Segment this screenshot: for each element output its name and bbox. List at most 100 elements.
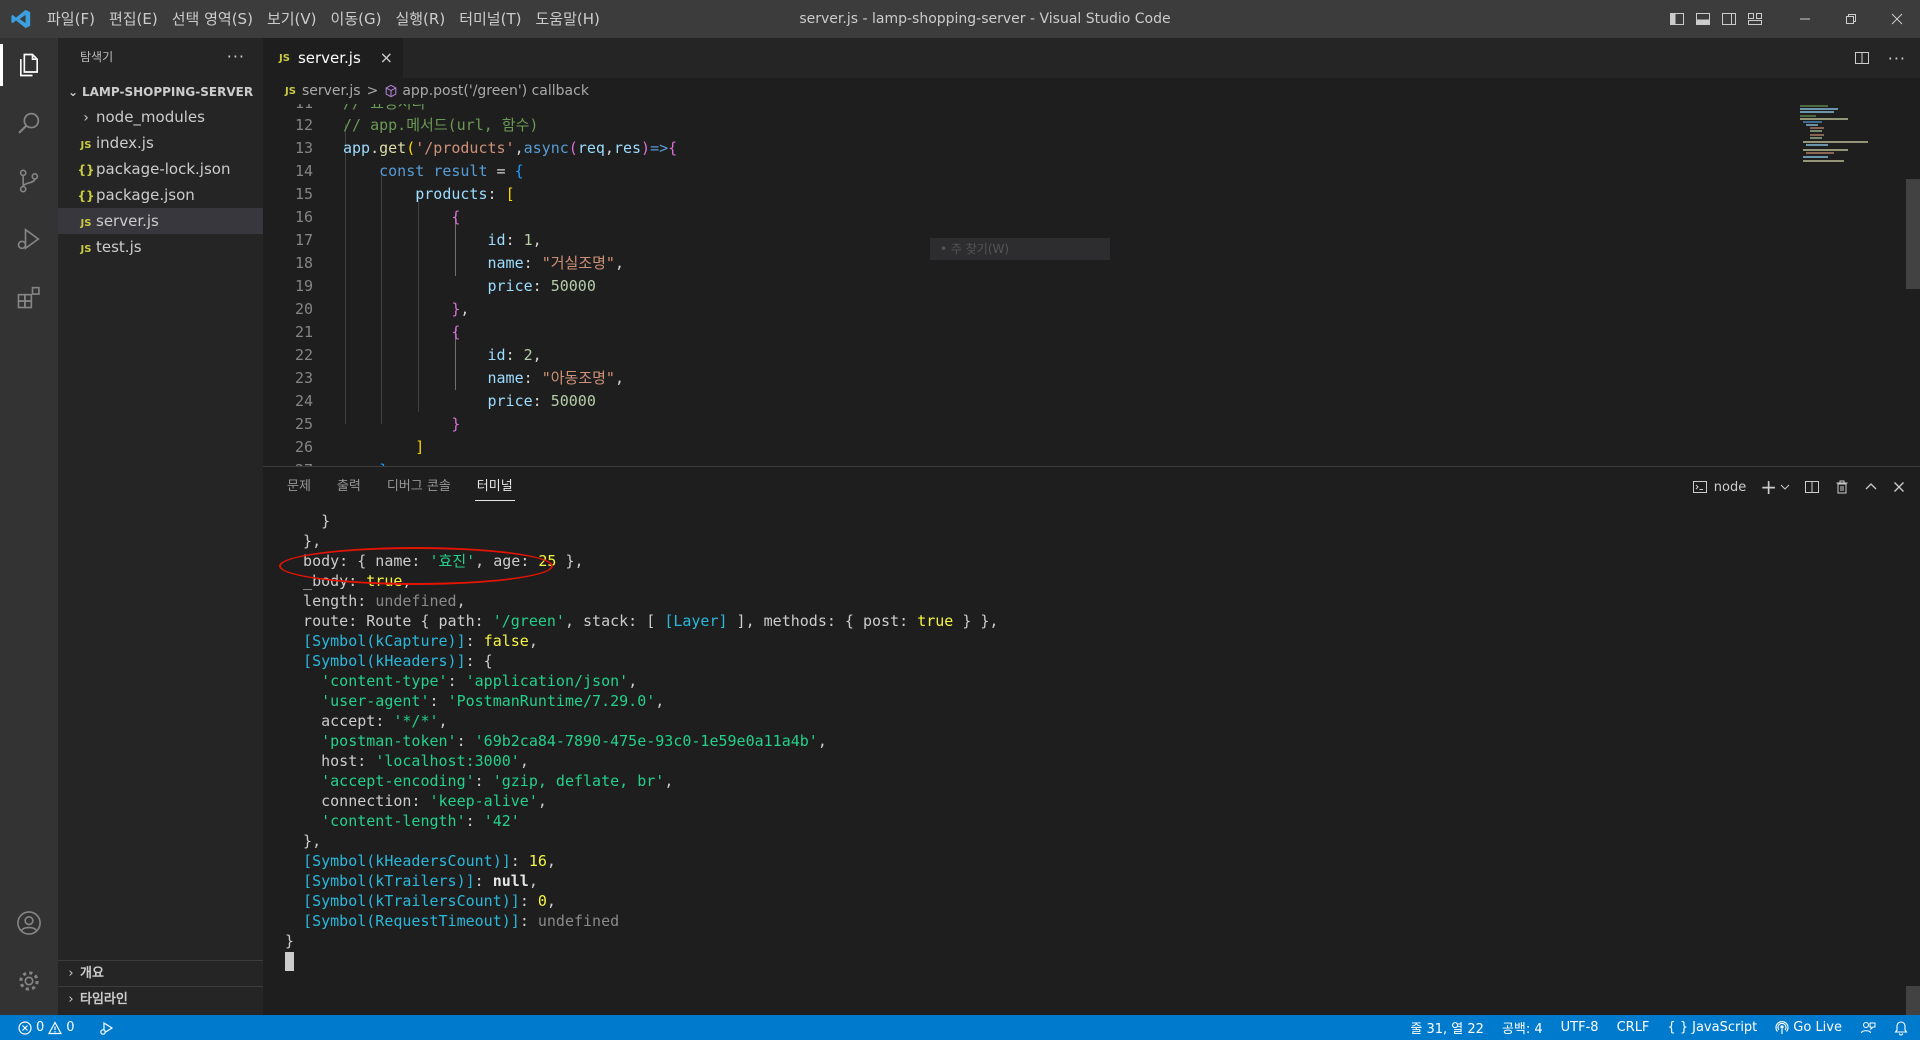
editor-scrollbar-thumb[interactable]: [1906, 179, 1920, 289]
minimap[interactable]: [1798, 104, 1908, 184]
tab-problems[interactable]: 문제: [285, 467, 313, 507]
trash-icon[interactable]: [1834, 479, 1850, 495]
search-icon[interactable]: [0, 96, 58, 150]
split-editor-icon[interactable]: [1854, 50, 1870, 66]
menu-bar: 파일(F) 편집(E) 선택 영역(S) 보기(V) 이동(G) 실행(R) 터…: [40, 0, 607, 38]
terminal-line: 'postman-token': '69b2ca84-7890-475e-93c…: [321, 732, 827, 750]
menu-view[interactable]: 보기(V): [260, 0, 324, 38]
outline-section[interactable]: › 개요: [58, 960, 263, 987]
toggle-primary-sidebar-icon[interactable]: [1664, 0, 1690, 38]
terminal-scrollbar-thumb[interactable]: [1906, 986, 1920, 1016]
terminal-scrollbar[interactable]: [1906, 507, 1920, 1016]
extensions-icon[interactable]: [0, 270, 58, 324]
terminal-line: [Symbol(kTrailers)]: null,: [303, 872, 538, 890]
tab-output[interactable]: 출력: [335, 467, 363, 507]
terminal-line: 'accept-encoding': 'gzip, deflate, br',: [321, 772, 674, 790]
add-icon: +: [1760, 475, 1777, 499]
terminal-line: }: [285, 512, 331, 530]
tree-item-label: package-lock.json: [96, 160, 231, 178]
broadcast-icon: [1775, 1020, 1789, 1034]
close-panel-icon[interactable]: [1892, 480, 1906, 494]
terminal-cursor: [285, 952, 294, 971]
menu-help[interactable]: 도움말(H): [528, 0, 606, 38]
feedback-button[interactable]: [1851, 1020, 1885, 1036]
explorer-title: 탐색기: [80, 50, 114, 64]
vscode-logo-icon: [11, 9, 31, 29]
chevron-right-icon: ›: [68, 966, 74, 981]
notifications-button[interactable]: [1885, 1020, 1920, 1036]
terminal-line: [Symbol(kHeadersCount)]: 16,: [303, 852, 556, 870]
activity-bar: [0, 38, 58, 1015]
outline-label: 개요: [80, 966, 104, 981]
code-line: 19 price: 50000: [294, 277, 596, 295]
line-ending[interactable]: CRLF: [1608, 1020, 1659, 1035]
new-terminal-button[interactable]: +: [1760, 475, 1790, 499]
tree-item-package-json[interactable]: {}package.json: [58, 182, 263, 208]
chevron-down-icon: ⌄: [67, 85, 79, 99]
toggle-secondary-sidebar-icon[interactable]: [1716, 0, 1742, 38]
indentation[interactable]: 공백: 4: [1493, 1018, 1552, 1037]
tree-item-package-lock-json[interactable]: {}package-lock.json: [58, 156, 263, 182]
menu-edit[interactable]: 편집(E): [102, 0, 165, 38]
menu-run[interactable]: 실행(R): [388, 0, 452, 38]
tab-debug-console[interactable]: 디버그 콘솔: [385, 467, 453, 507]
manage-gear-icon[interactable]: [0, 954, 58, 1008]
terminal-output[interactable]: } }, body: { name: '효진', age: 25 }, _bod…: [285, 511, 1885, 1011]
menu-file[interactable]: 파일(F): [40, 0, 102, 38]
menu-selection[interactable]: 선택 영역(S): [165, 0, 260, 38]
tab-server-js[interactable]: JS server.js ×: [263, 38, 403, 78]
code-line: 27 }: [263, 459, 1763, 466]
tree-item-test-js[interactable]: JS test.js: [58, 234, 263, 260]
editor-scrollbar[interactable]: [1906, 104, 1920, 466]
tree-item-label: server.js: [96, 212, 159, 230]
terminal-line: 'content-length': '42': [321, 812, 520, 830]
terminal-selector[interactable]: node: [1692, 479, 1746, 495]
terminal-shell-name: node: [1713, 479, 1747, 495]
cursor-position[interactable]: 줄 31, 열 22: [1401, 1018, 1493, 1037]
minimize-button[interactable]: [1782, 0, 1828, 38]
annotation-circle: [279, 547, 553, 585]
customize-layout-icon[interactable]: [1742, 0, 1768, 38]
toggle-panel-icon[interactable]: [1690, 0, 1716, 38]
javascript-file-icon: JS: [80, 244, 92, 255]
braces-icon: { }: [1667, 1020, 1689, 1035]
json-file-icon: {}: [77, 163, 95, 177]
timeline-section[interactable]: › 타임라인: [58, 986, 263, 1013]
restore-button[interactable]: [1828, 0, 1874, 38]
tree-item-node-modules[interactable]: › node_modules: [58, 104, 263, 130]
menu-go[interactable]: 이동(G): [324, 0, 389, 38]
more-actions-icon[interactable]: ···: [1888, 49, 1906, 68]
project-folder-header[interactable]: ⌄ LAMP-SHOPPING-SERVER: [58, 80, 263, 104]
menu-terminal[interactable]: 터미널(T): [452, 0, 528, 38]
explorer-icon[interactable]: [0, 38, 58, 92]
go-live-button[interactable]: Go Live: [1766, 1020, 1851, 1035]
status-left: 0 0: [0, 1015, 124, 1040]
close-tab-icon[interactable]: ×: [380, 48, 393, 67]
maximize-panel-icon[interactable]: [1864, 480, 1878, 494]
terminal-icon: [1692, 481, 1707, 493]
language-label: JavaScript: [1692, 1020, 1758, 1035]
code-line: 12// app.메서드(url, 함수): [294, 116, 539, 134]
terminal-line: connection: 'keep-alive',: [321, 792, 547, 810]
code-editor[interactable]: 11// 요청처리 12// app.메서드(url, 함수) 13app.ge…: [263, 104, 1920, 466]
live-share-status[interactable]: [90, 1020, 124, 1036]
tree-item-label: test.js: [96, 238, 142, 256]
tab-label: server.js: [297, 49, 361, 67]
close-window-button[interactable]: [1874, 0, 1920, 38]
run-debug-icon[interactable]: [0, 212, 58, 266]
tab-terminal[interactable]: 터미널: [474, 467, 515, 507]
problems-status[interactable]: 0 0: [0, 1020, 84, 1035]
language-mode[interactable]: { } JavaScript: [1658, 1020, 1766, 1035]
terminal-line: },: [285, 532, 322, 550]
breadcrumb-symbol[interactable]: app.post('/green') callback: [402, 83, 589, 99]
breadcrumb-file[interactable]: server.js: [302, 83, 361, 99]
code-line: 16 {: [294, 208, 461, 226]
title-controls: [1664, 0, 1920, 38]
tree-item-index-js[interactable]: JS index.js: [58, 130, 263, 156]
tree-item-server-js[interactable]: JS server.js: [58, 208, 263, 234]
accounts-icon[interactable]: [0, 896, 58, 950]
more-actions-icon[interactable]: ···: [227, 38, 245, 76]
source-control-icon[interactable]: [0, 154, 58, 208]
encoding[interactable]: UTF-8: [1552, 1020, 1608, 1035]
split-terminal-icon[interactable]: [1804, 479, 1820, 495]
